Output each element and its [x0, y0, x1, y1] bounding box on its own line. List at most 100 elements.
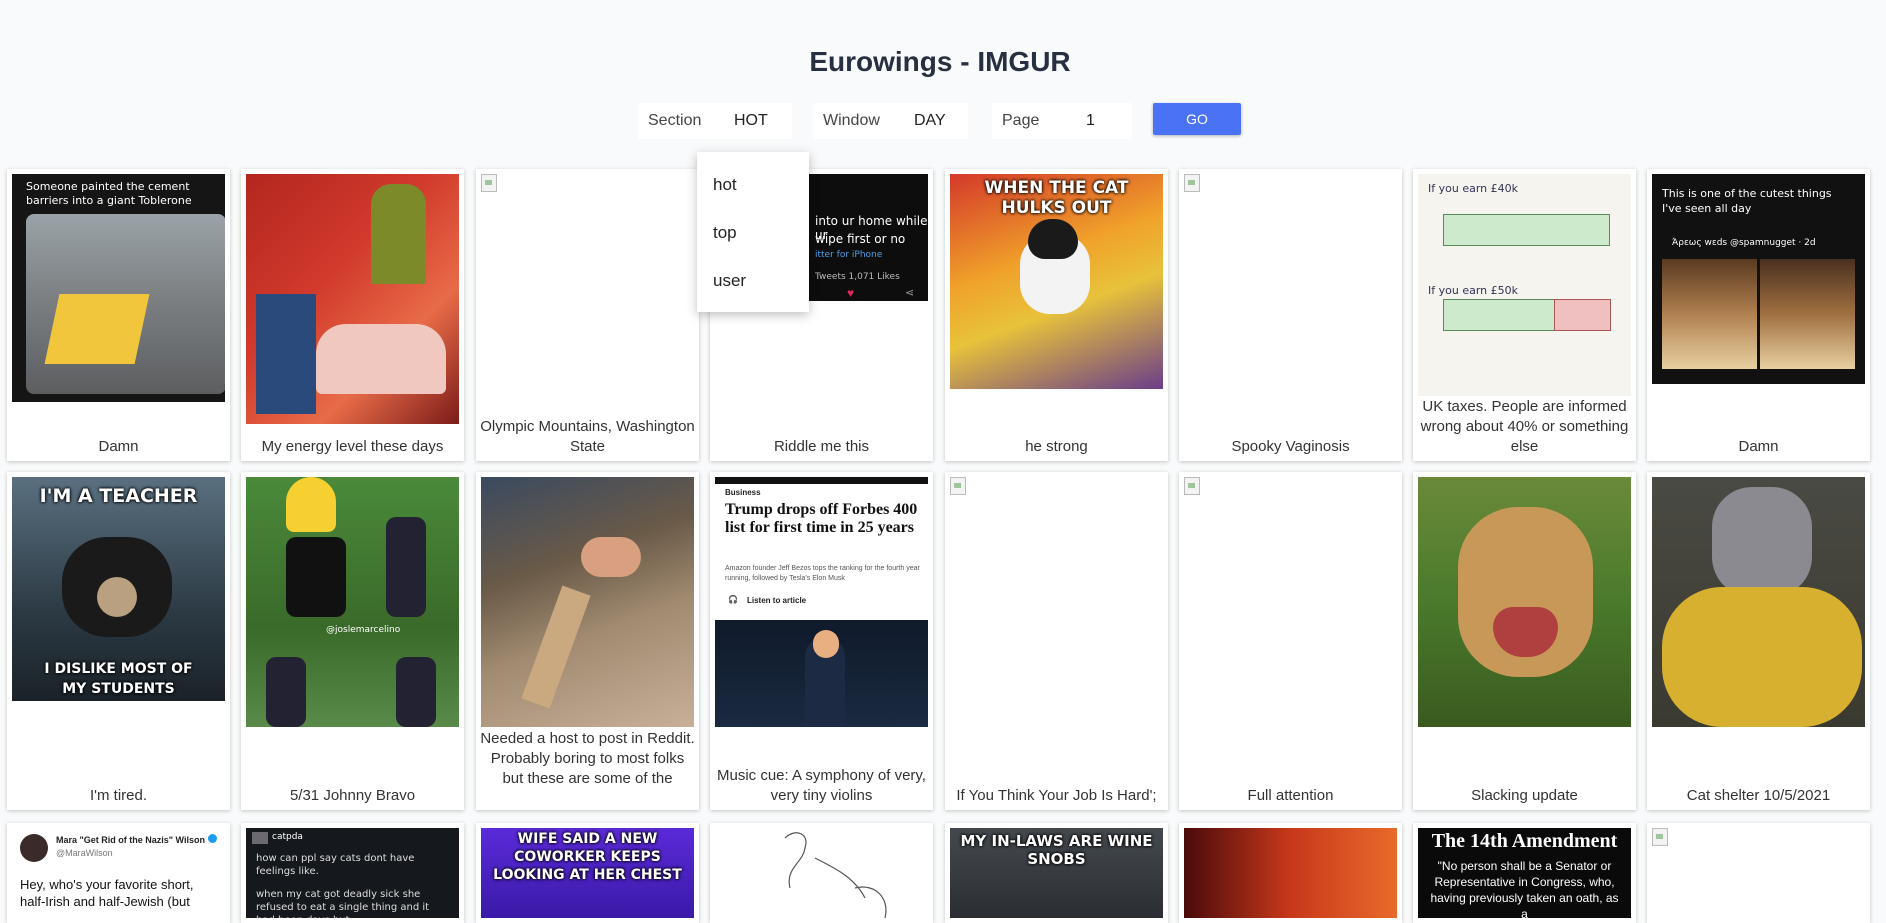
speaker-face: [813, 630, 839, 658]
section-value: HOT: [734, 112, 768, 129]
post-card[interactable]: MY IN-LAWS ARE WINE SNOBS: [945, 823, 1168, 923]
post-card[interactable]: @joslemarcelino 5/31 Johnny Bravo: [241, 472, 464, 810]
post-card[interactable]: My energy level these days: [241, 169, 464, 461]
tweet-user: Άρεως wεds @spamnugget · 2d: [1672, 238, 1816, 248]
post-caption: Riddle me this: [773, 438, 870, 455]
dropdown-option-user[interactable]: user: [713, 271, 746, 291]
headphones-icon: 🎧: [728, 595, 738, 604]
broken-image-icon: [1184, 477, 1200, 495]
tweet-text: how can ppl say cats dont have feelings …: [256, 853, 415, 877]
post-card[interactable]: Needed a host to post in Reddit. Probabl…: [476, 472, 699, 810]
meme-text: WHEN THE CAT HULKS OUT: [984, 178, 1129, 218]
tweet-text: when my cat got deadly sick she refused …: [256, 889, 430, 918]
post-card[interactable]: Someone painted the cement barriers into…: [7, 169, 230, 461]
kitten: [1712, 487, 1812, 597]
post-image[interactable]: [1184, 828, 1397, 918]
post-card[interactable]: Olympic Mountains, Washington State: [476, 169, 699, 461]
blue-staircase: [256, 294, 316, 414]
post-caption: Slacking update: [1471, 787, 1578, 804]
post-image[interactable]: Business Trump drops off Forbes 400 list…: [715, 477, 928, 727]
heart-icon: ♥: [847, 286, 855, 300]
window-label: Window: [823, 112, 880, 129]
post-image[interactable]: WHEN THE CAT HULKS OUT: [950, 174, 1163, 389]
post-card[interactable]: Slacking update: [1413, 472, 1636, 810]
bear-snout: [97, 577, 137, 617]
post-image[interactable]: I'M A TEACHER I DISLIKE MOST OF MY STUDE…: [12, 477, 225, 701]
avatar: [20, 834, 48, 862]
post-card[interactable]: Full attention: [1179, 472, 1402, 810]
post-image[interactable]: The 14th Amendment "No person shall be a…: [1418, 828, 1631, 918]
broken-image-icon: [1652, 828, 1668, 846]
post-image[interactable]: MY IN-LAWS ARE WINE SNOBS: [950, 828, 1163, 918]
post-card[interactable]: The 14th Amendment "No person shall be a…: [1413, 823, 1636, 923]
post-image[interactable]: catpda how can ppl say cats dont have fe…: [246, 828, 459, 918]
post-image[interactable]: @joslemarcelino: [246, 477, 459, 727]
post-card[interactable]: If You Think Your Job Is Hard';: [945, 472, 1168, 810]
broken-image-icon: [950, 477, 966, 495]
article-topbar: [715, 477, 928, 484]
wood-stick: [521, 585, 591, 709]
window-select[interactable]: Window DAY: [813, 103, 968, 139]
post-card[interactable]: Mara "Get Rid of the Nazis" Wilson @Mara…: [7, 823, 230, 923]
post-image[interactable]: [1652, 477, 1865, 727]
toblerone-barrier: [44, 294, 150, 364]
amendment-text: "No person shall be a Senator or Represe…: [1430, 859, 1619, 918]
post-image[interactable]: Mara "Get Rid of the Nazis" Wilson @Mara…: [12, 828, 225, 918]
tweet-stats: Tweets 1,071 Likes: [815, 272, 900, 282]
dropdown-option-hot[interactable]: hot: [713, 175, 737, 195]
image-caption-text: Someone painted the cement barriers into…: [26, 180, 192, 207]
section-label: Section: [648, 112, 702, 129]
handwritten-text: If you earn £40k: [1428, 182, 1518, 195]
post-card[interactable]: [1647, 823, 1870, 923]
post-image[interactable]: WIFE SAID A NEW COWORKER KEEPS LOOKING A…: [481, 828, 694, 918]
post-image[interactable]: [715, 828, 928, 918]
post-card[interactable]: WIFE SAID A NEW COWORKER KEEPS LOOKING A…: [476, 823, 699, 923]
post-caption: Damn: [1738, 438, 1779, 455]
post-image[interactable]: Someone painted the cement barriers into…: [12, 174, 225, 402]
post-image[interactable]: If you earn £40k If you earn £50k: [1418, 174, 1631, 396]
post-image[interactable]: This is one of the cutest things I've se…: [1652, 174, 1865, 384]
page-field[interactable]: Page 1: [992, 103, 1132, 139]
tax-bar-top: [1443, 214, 1610, 246]
post-card[interactable]: [710, 823, 933, 923]
tweet-source: itter for iPhone: [815, 250, 883, 260]
post-image[interactable]: [481, 477, 694, 727]
page-input[interactable]: 1: [1086, 112, 1095, 130]
post-card[interactable]: catpda how can ppl say cats dont have fe…: [241, 823, 464, 923]
photo-left: [1662, 259, 1757, 369]
post-caption: I'm tired.: [89, 787, 148, 804]
tweet-text: Hey, who's your favorite short, half-Iri…: [20, 877, 194, 909]
section-select[interactable]: Section HOT: [638, 103, 792, 139]
post-caption: he strong: [1025, 438, 1088, 455]
go-button[interactable]: GO: [1153, 103, 1241, 135]
post-card[interactable]: [1179, 823, 1402, 923]
post-caption: UK taxes. People are informed wrong abou…: [1420, 398, 1629, 455]
person-figure-4: [396, 657, 436, 727]
page-label: Page: [1002, 112, 1040, 129]
tweet-author: catpda: [272, 832, 303, 842]
post-image[interactable]: [1418, 477, 1631, 727]
cat-head: [1028, 219, 1078, 259]
person-figure: [286, 537, 346, 617]
post-caption: 5/31 Johnny Bravo: [289, 787, 416, 804]
tweet-author: Mara "Get Rid of the Nazis" Wilson: [56, 835, 205, 845]
article-headline: Trump drops off Forbes 400 list for firs…: [725, 501, 918, 536]
avatar: [252, 832, 268, 844]
post-card[interactable]: Spooky Vaginosis: [1179, 169, 1402, 461]
broken-image-icon: [481, 174, 497, 192]
dropdown-option-top[interactable]: top: [713, 223, 737, 243]
green-door: [371, 184, 426, 284]
post-card[interactable]: WHEN THE CAT HULKS OUT he strong: [945, 169, 1168, 461]
post-caption: Needed a host to post in Reddit. Probabl…: [480, 730, 695, 787]
post-caption: Music cue: A symphony of very, very tiny…: [717, 767, 926, 804]
line-drawing: [784, 832, 887, 918]
post-image[interactable]: [246, 174, 459, 424]
person-figure-2: [386, 517, 426, 617]
post-card[interactable]: This is one of the cutest things I've se…: [1647, 169, 1870, 461]
post-card[interactable]: Business Trump drops off Forbes 400 list…: [710, 472, 933, 810]
sunflower-pillow: [1662, 587, 1862, 727]
post-card[interactable]: If you earn £40k If you earn £50k UK tax…: [1413, 169, 1636, 461]
post-card[interactable]: I'M A TEACHER I DISLIKE MOST OF MY STUDE…: [7, 472, 230, 810]
post-card[interactable]: Cat shelter 10/5/2021: [1647, 472, 1870, 810]
section-dropdown-menu: hot top user: [697, 152, 809, 312]
